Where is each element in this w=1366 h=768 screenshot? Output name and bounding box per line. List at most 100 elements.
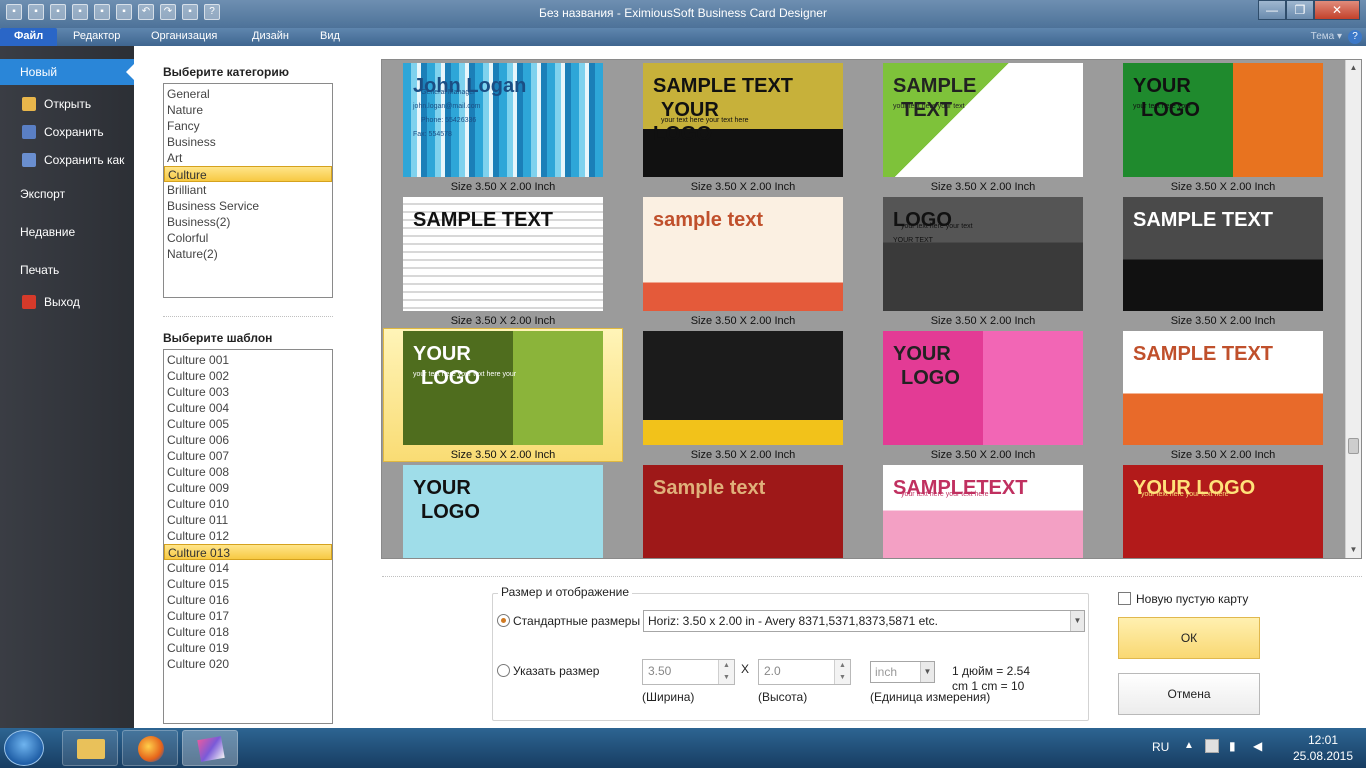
explorer-taskbar-icon[interactable] [62, 730, 118, 766]
template-card[interactable]: SAMPLE TEXT [1123, 197, 1323, 311]
template-card[interactable]: SAMPLE TEXT YOUR LOGO your text here your t… [643, 63, 843, 177]
template-item[interactable]: Culture 017 [164, 608, 332, 624]
spin-up-icon[interactable]: ▲ [835, 660, 850, 672]
nav-save-as[interactable]: Сохранить как [0, 147, 134, 173]
nav-save[interactable]: Сохранить [0, 119, 134, 145]
template-item[interactable]: Culture 016 [164, 592, 332, 608]
template-card[interactable]: John Logan General Manager john.logan@mail… [403, 63, 603, 177]
template-item[interactable]: Culture 002 [164, 368, 332, 384]
nav-new[interactable]: Новый [0, 59, 135, 85]
template-card[interactable]: SAMPLE TEXT [1123, 331, 1323, 445]
template-card[interactable] [643, 331, 843, 445]
tab-design[interactable]: Дизайн [252, 30, 289, 42]
width-input[interactable]: 3.50 ▲ ▼ [642, 659, 735, 685]
unit-select[interactable]: inch ▼ [870, 661, 935, 683]
template-item[interactable]: Culture 007 [164, 448, 332, 464]
theme-menu[interactable]: Тема ▾ [1311, 31, 1342, 42]
clock-date[interactable]: 25.08.2015 [1291, 749, 1355, 763]
spin-up-icon[interactable]: ▲ [719, 660, 734, 672]
template-gallery[interactable]: John Logan General Manager john.logan@mail… [381, 59, 1362, 559]
standard-size-select[interactable]: Horiz: 3.50 x 2.00 in - Avery 8371,5371,… [643, 610, 1085, 632]
clock-time[interactable]: 12:01 [1291, 733, 1355, 747]
height-stepper[interactable]: ▲ ▼ [834, 660, 850, 684]
tab-editor[interactable]: Редактор [73, 30, 120, 42]
template-card[interactable]: SAMPLE TEXT your text here your text [883, 63, 1083, 177]
ok-button[interactable]: ОК [1118, 617, 1260, 659]
spin-down-icon[interactable]: ▼ [719, 672, 734, 684]
language-indicator[interactable]: RU [1152, 740, 1169, 754]
category-item[interactable]: Nature [164, 102, 332, 118]
gallery-scrollbar[interactable]: ▲ ▼ [1345, 60, 1361, 558]
category-list[interactable]: General Nature Fancy Business Art Culture Bril… [163, 83, 333, 298]
template-item[interactable]: Culture 009 [164, 480, 332, 496]
category-item[interactable]: Business [164, 134, 332, 150]
volume-icon[interactable]: ◀ [1253, 739, 1262, 753]
template-item[interactable]: Culture 006 [164, 432, 332, 448]
maximize-button[interactable]: ❐ [1286, 0, 1314, 20]
category-item[interactable]: Colorful [164, 230, 332, 246]
nav-recent[interactable]: Недавние [0, 219, 134, 245]
template-item[interactable]: Culture 005 [164, 416, 332, 432]
nav-export[interactable]: Экспорт [0, 181, 134, 207]
template-card[interactable]: YOUR LOGO your text here your text here [1123, 465, 1323, 558]
nav-print[interactable]: Печать [0, 257, 134, 283]
category-item[interactable]: Business(2) [164, 214, 332, 230]
firefox-taskbar-icon[interactable] [122, 730, 178, 766]
template-item[interactable]: Culture 010 [164, 496, 332, 512]
template-item[interactable]: Culture 020 [164, 656, 332, 672]
blank-card-checkbox[interactable] [1118, 592, 1131, 605]
template-item[interactable]: Culture 015 [164, 576, 332, 592]
template-item[interactable]: Culture 012 [164, 528, 332, 544]
show-hidden-icons-icon[interactable]: ▲ [1184, 740, 1194, 751]
category-item[interactable]: General [164, 86, 332, 102]
template-item[interactable]: Culture 014 [164, 560, 332, 576]
template-card[interactable]: YOUR LOGO your text here your text here yo… [403, 331, 603, 445]
category-item[interactable]: Business Service [164, 198, 332, 214]
category-item[interactable]: Culture [164, 166, 332, 182]
template-card[interactable]: SAMPLETEXT your text here your text here [883, 465, 1083, 558]
spin-down-icon[interactable]: ▼ [835, 672, 850, 684]
category-item[interactable]: Nature(2) [164, 246, 332, 262]
close-button[interactable]: ✕ [1314, 0, 1360, 20]
template-item[interactable]: Culture 013 [164, 544, 332, 560]
scroll-down-icon[interactable]: ▼ [1346, 542, 1361, 558]
nav-open[interactable]: Открыть [0, 91, 134, 117]
flag-icon[interactable] [1205, 739, 1219, 753]
height-input[interactable]: 2.0 ▲ ▼ [758, 659, 851, 685]
network-icon[interactable]: ▮ [1229, 739, 1236, 753]
tab-view[interactable]: Вид [320, 30, 340, 42]
start-button[interactable] [4, 730, 44, 766]
tab-organization[interactable]: Организация [151, 30, 217, 42]
standard-size-radio[interactable] [497, 614, 510, 627]
chevron-down-icon[interactable]: ▼ [1070, 611, 1084, 631]
template-item[interactable]: Culture 004 [164, 400, 332, 416]
cancel-button[interactable]: Отмена [1118, 673, 1260, 715]
custom-size-radio[interactable] [497, 664, 510, 677]
minimize-button[interactable]: — [1258, 0, 1286, 20]
scroll-thumb[interactable] [1348, 438, 1359, 454]
help-button[interactable]: ? [1348, 30, 1362, 44]
template-item[interactable]: Culture 001 [164, 352, 332, 368]
category-item[interactable]: Fancy [164, 118, 332, 134]
category-item[interactable]: Art [164, 150, 332, 166]
tab-file[interactable]: Файл [0, 28, 58, 46]
template-item[interactable]: Culture 003 [164, 384, 332, 400]
scroll-up-icon[interactable]: ▲ [1346, 60, 1361, 76]
template-item[interactable]: Culture 008 [164, 464, 332, 480]
template-item[interactable]: Culture 011 [164, 512, 332, 528]
template-card[interactable]: YOUR LOGO [883, 331, 1083, 445]
template-card[interactable]: LOGO your text here your text YOUR TEXT [883, 197, 1083, 311]
card-designer-taskbar-icon[interactable] [182, 730, 238, 766]
template-card[interactable]: YOUR LOGO [403, 465, 603, 558]
template-card[interactable]: sample text [643, 197, 843, 311]
nav-exit[interactable]: Выход [0, 289, 134, 315]
chevron-down-icon[interactable]: ▼ [920, 662, 934, 682]
template-card[interactable]: YOUR LOGO your text here your [1123, 63, 1323, 177]
template-card[interactable]: SAMPLE TEXT [403, 197, 603, 311]
template-card[interactable]: Sample text [643, 465, 843, 558]
category-item[interactable]: Brilliant [164, 182, 332, 198]
template-list[interactable]: Culture 001 Culture 002 Culture 003 Culture… [163, 349, 333, 724]
template-item[interactable]: Culture 018 [164, 624, 332, 640]
width-stepper[interactable]: ▲ ▼ [718, 660, 734, 684]
template-item[interactable]: Culture 019 [164, 640, 332, 656]
